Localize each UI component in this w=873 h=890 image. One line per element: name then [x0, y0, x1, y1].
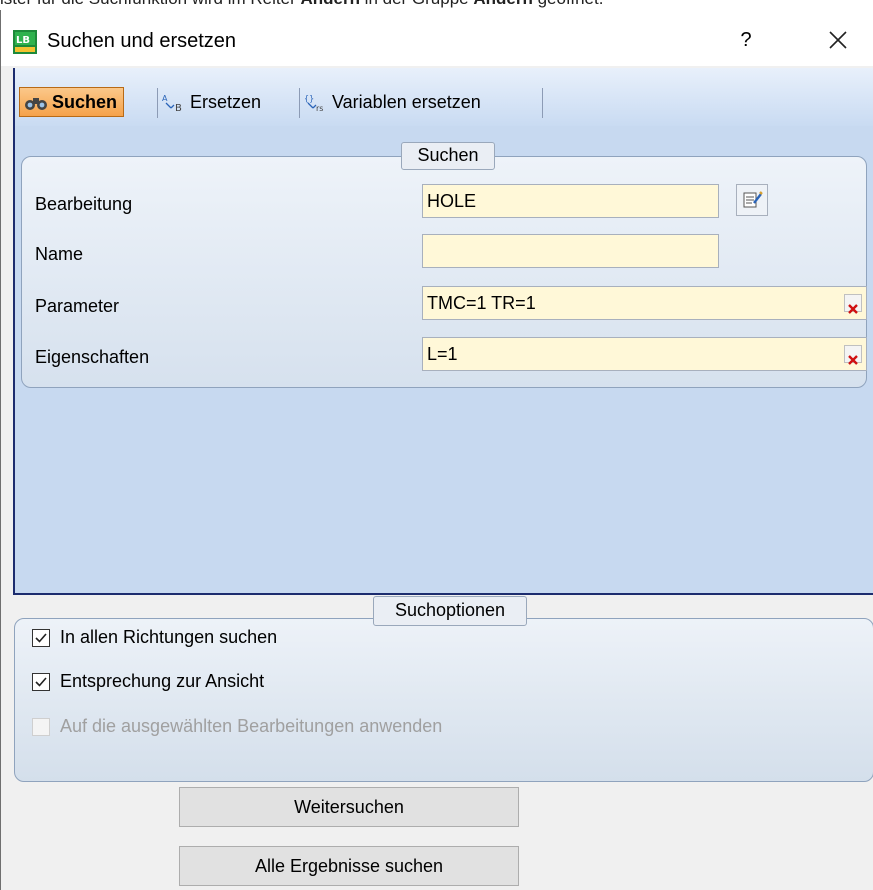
checkmark-icon: [35, 676, 47, 687]
help-button[interactable]: ?: [723, 22, 769, 58]
caption-bold-group: Ändern: [473, 0, 533, 8]
tab-variablen-ersetzen[interactable]: {} rs Variablen ersetzen: [304, 87, 481, 117]
option-label: Auf die ausgewählten Bearbeitungen anwen…: [60, 716, 443, 736]
tab-ersetzen[interactable]: A B Ersetzen: [162, 87, 261, 117]
find-next-button[interactable]: Weitersuchen: [179, 787, 519, 827]
caption-text: ister für die Suchfunktion wird im Reite…: [0, 0, 300, 8]
checkbox-match-view[interactable]: [32, 672, 50, 691]
tab-control: Suchen A B Ersetzen {} rs Variablen erse…: [13, 68, 873, 595]
clear-eigenschaften-button[interactable]: [844, 345, 862, 365]
title-bar: LB Suchen und ersetzen ?: [1, 10, 873, 66]
app-icon: LB: [13, 30, 37, 54]
close-icon: [829, 31, 847, 49]
replace-variables-icon: {} rs: [304, 94, 323, 112]
parameter-value: TMC=1 TR=1: [427, 293, 536, 313]
tab-suchen[interactable]: Suchen: [19, 87, 125, 117]
tab-divider: [542, 88, 543, 118]
svg-text:rs: rs: [316, 104, 323, 112]
eigenschaften-value: L=1: [427, 344, 458, 364]
close-button[interactable]: [815, 22, 861, 58]
binoculars-icon: [25, 98, 47, 110]
document-caption: ister für die Suchfunktion wird im Reite…: [0, 0, 873, 10]
tab-strip: Suchen A B Ersetzen {} rs Variablen erse…: [15, 68, 873, 126]
bearbeitung-field[interactable]: HOLE: [422, 184, 719, 218]
find-all-button[interactable]: Alle Ergebnisse suchen: [179, 846, 519, 886]
svg-text:LB: LB: [16, 35, 30, 46]
search-options-caption: Suchoptionen: [373, 596, 527, 626]
dialog-window: LB Suchen und ersetzen ? Suchen A B Erse…: [0, 10, 873, 890]
name-field[interactable]: [422, 234, 719, 268]
field-label-bearbeitung: Bearbeitung: [35, 194, 133, 214]
tab-label: Ersetzen: [190, 91, 262, 112]
tab-label: Variablen ersetzen: [332, 91, 481, 112]
clear-x-icon: [848, 304, 858, 314]
option-apply-selected: Auf die ausgewählten Bearbeitungen anwen…: [32, 716, 442, 737]
window-title: Suchen und ersetzen: [47, 30, 237, 52]
field-label-parameter: Parameter: [35, 296, 120, 316]
option-label: In allen Richtungen suchen: [60, 627, 278, 647]
clear-x-icon: [848, 355, 858, 365]
clear-parameter-button[interactable]: [844, 294, 862, 314]
checkbox-all-directions[interactable]: [32, 628, 50, 647]
option-all-directions[interactable]: In allen Richtungen suchen: [32, 627, 277, 648]
svg-text:A: A: [162, 94, 168, 103]
checkbox-apply-selected: [32, 717, 50, 736]
caption-bold-tab: Ändern: [300, 0, 360, 8]
pick-operation-button[interactable]: [736, 184, 768, 216]
option-label: Entsprechung zur Ansicht: [60, 671, 265, 691]
search-group-caption: Suchen: [401, 142, 495, 170]
replace-icon: A B: [162, 94, 182, 112]
tab-label: Suchen: [52, 91, 118, 112]
tab-divider: [299, 88, 300, 118]
checkmark-icon: [35, 632, 47, 643]
option-match-view[interactable]: Entsprechung zur Ansicht: [32, 671, 264, 692]
tab-divider: [157, 88, 158, 118]
eigenschaften-field[interactable]: L=1: [422, 337, 867, 371]
edit-list-icon: [743, 191, 763, 208]
parameter-field[interactable]: TMC=1 TR=1: [422, 286, 867, 320]
svg-text:B: B: [175, 103, 182, 112]
caption-text-end: geöffnet.: [533, 0, 604, 8]
svg-text:{}: {}: [304, 94, 314, 103]
field-label-name: Name: [35, 244, 84, 264]
field-label-eigenschaften: Eigenschaften: [35, 347, 150, 367]
caption-text-middle: in der Gruppe: [360, 0, 473, 8]
